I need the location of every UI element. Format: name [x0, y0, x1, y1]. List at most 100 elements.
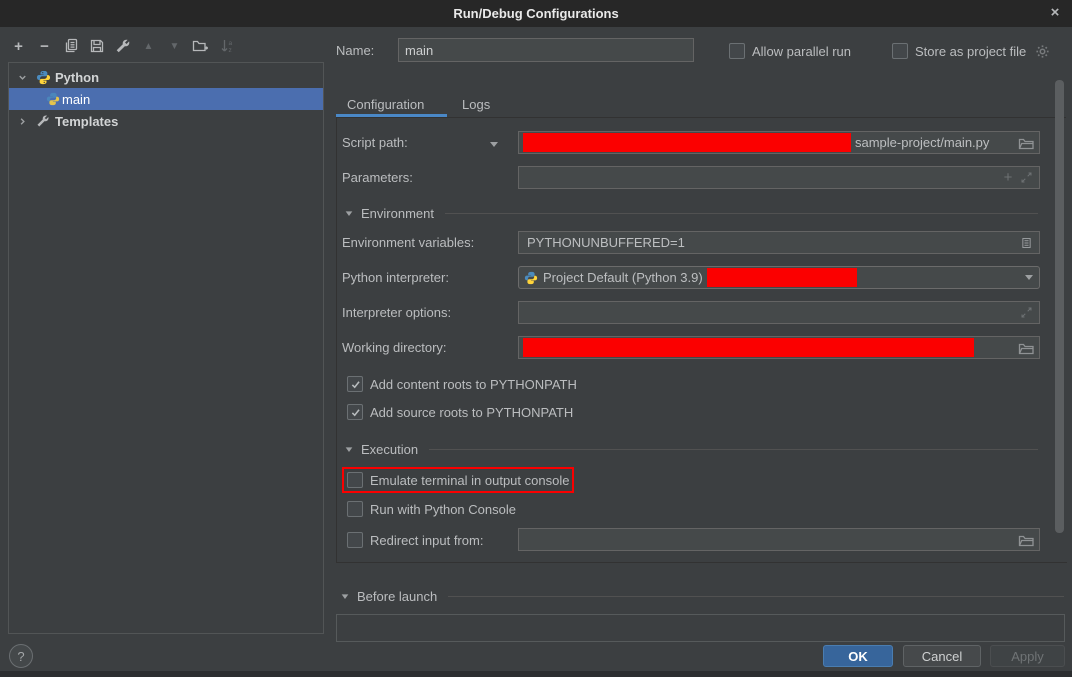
- dialog-titlebar: Run/Debug Configurations ×: [0, 0, 1072, 27]
- plus-icon: +: [14, 38, 23, 55]
- emulate-terminal-label: Emulate terminal in output console: [370, 473, 569, 488]
- environment-variables-field[interactable]: PYTHONUNBUFFERED=1: [518, 231, 1040, 254]
- vertical-scrollbar[interactable]: [1055, 80, 1064, 533]
- store-as-project-file-checkbox[interactable]: Store as project file: [892, 43, 1050, 59]
- section-divider: [445, 213, 1038, 214]
- chevron-down-icon[interactable]: [15, 70, 29, 84]
- redaction-block: [523, 133, 851, 152]
- checkbox-icon: [347, 472, 363, 488]
- section-divider: [448, 596, 1064, 597]
- tab-configuration[interactable]: Configuration: [347, 97, 424, 112]
- name-label: Name:: [336, 43, 374, 58]
- section-collapse-icon: [344, 209, 354, 218]
- python-icon: [45, 91, 61, 107]
- before-launch-section-header[interactable]: Before launch: [340, 589, 1064, 604]
- dialog-title: Run/Debug Configurations: [453, 6, 618, 21]
- script-path-label: Script path:: [342, 135, 408, 150]
- interpreter-options-field[interactable]: [518, 301, 1040, 324]
- save-icon: [89, 38, 105, 54]
- copy-configuration-button[interactable]: [62, 38, 79, 55]
- apply-button[interactable]: Apply: [990, 645, 1065, 667]
- python-interpreter-value: Project Default (Python 3.9): [539, 270, 703, 285]
- parameters-label: Parameters:: [342, 170, 413, 185]
- working-directory-field[interactable]: [518, 336, 1040, 359]
- redaction-block: [523, 338, 974, 357]
- add-source-roots-label: Add source roots to PYTHONPATH: [370, 405, 573, 420]
- allow-parallel-run-checkbox[interactable]: Allow parallel run: [729, 43, 851, 59]
- checkbox-icon: [347, 501, 363, 517]
- help-button[interactable]: ?: [9, 644, 33, 668]
- expand-field-icon[interactable]: [1017, 170, 1035, 186]
- script-path-value: sample-project/main.py: [851, 135, 989, 150]
- sort-configurations-button[interactable]: az: [218, 38, 235, 55]
- redirect-input-label: Redirect input from:: [370, 533, 483, 548]
- checkbox-checked-icon: [347, 376, 363, 392]
- script-path-field[interactable]: sample-project/main.py: [518, 131, 1040, 154]
- execution-section-label: Execution: [361, 442, 418, 457]
- save-configuration-button[interactable]: [88, 38, 105, 55]
- environment-variables-value: PYTHONUNBUFFERED=1: [523, 235, 685, 250]
- execution-section-header[interactable]: Execution: [344, 442, 1038, 457]
- ok-button[interactable]: OK: [823, 645, 893, 667]
- browse-folder-icon[interactable]: [1017, 135, 1035, 151]
- section-divider: [429, 449, 1038, 450]
- redirect-input-field[interactable]: [518, 528, 1040, 551]
- run-with-python-console-label: Run with Python Console: [370, 502, 516, 517]
- chevron-right-icon[interactable]: [15, 114, 29, 128]
- copy-icon: [63, 38, 79, 54]
- python-icon: [35, 69, 51, 85]
- edit-variables-list-icon[interactable]: [1017, 235, 1035, 251]
- configurations-tree: Python main Templates: [8, 62, 324, 634]
- checkbox-icon: [729, 43, 745, 59]
- dialog-bottom-edge: [0, 671, 1072, 677]
- python-interpreter-combobox[interactable]: Project Default (Python 3.9): [518, 266, 1040, 289]
- gear-icon[interactable]: [1035, 44, 1050, 59]
- add-configuration-button[interactable]: +: [10, 38, 27, 55]
- combobox-dropdown-icon[interactable]: [1023, 273, 1035, 282]
- move-up-button[interactable]: ▲: [140, 38, 157, 55]
- redirect-input-checkbox[interactable]: Redirect input from:: [347, 532, 483, 548]
- tab-logs[interactable]: Logs: [462, 97, 490, 112]
- section-collapse-icon: [344, 445, 354, 454]
- wrench-icon: [35, 113, 51, 129]
- new-folder-button[interactable]: [192, 38, 209, 55]
- wrench-icon: [115, 38, 131, 54]
- environment-section-header[interactable]: Environment: [344, 206, 1038, 221]
- move-down-button[interactable]: ▼: [166, 38, 183, 55]
- folder-plus-icon: [192, 38, 209, 54]
- tree-item-main[interactable]: main: [9, 88, 323, 110]
- checkbox-icon: [347, 532, 363, 548]
- minus-icon: −: [40, 38, 49, 55]
- script-path-dropdown-icon[interactable]: [488, 140, 500, 149]
- tree-item-python[interactable]: Python: [9, 66, 323, 88]
- add-source-roots-checkbox[interactable]: Add source roots to PYTHONPATH: [347, 404, 573, 420]
- add-content-roots-label: Add content roots to PYTHONPATH: [370, 377, 577, 392]
- tree-item-label: Python: [55, 70, 99, 85]
- down-arrow-icon: ▼: [170, 38, 180, 55]
- edit-templates-button[interactable]: [114, 38, 131, 55]
- tree-item-label: main: [62, 92, 90, 107]
- expand-field-icon[interactable]: [1017, 305, 1035, 321]
- parameters-field[interactable]: +: [518, 166, 1040, 189]
- allow-parallel-run-label: Allow parallel run: [752, 44, 851, 59]
- before-launch-section-label: Before launch: [357, 589, 437, 604]
- close-icon[interactable]: ×: [1046, 4, 1064, 22]
- browse-folder-icon[interactable]: [1017, 340, 1035, 356]
- remove-configuration-button[interactable]: −: [36, 38, 53, 55]
- add-content-roots-checkbox[interactable]: Add content roots to PYTHONPATH: [347, 376, 577, 392]
- emulate-terminal-checkbox[interactable]: Emulate terminal in output console: [347, 472, 569, 488]
- browse-folder-icon[interactable]: [1017, 532, 1035, 548]
- sort-alphabetically-icon: az: [219, 38, 235, 54]
- environment-section-label: Environment: [361, 206, 434, 221]
- working-directory-label: Working directory:: [342, 340, 447, 355]
- svg-text:z: z: [228, 47, 231, 54]
- name-input[interactable]: [398, 38, 694, 62]
- macro-plus-icon[interactable]: +: [999, 170, 1017, 186]
- cancel-button[interactable]: Cancel: [903, 645, 981, 667]
- tree-item-label: Templates: [55, 114, 118, 129]
- redaction-block: [707, 268, 857, 287]
- tree-item-templates[interactable]: Templates: [9, 110, 323, 132]
- run-with-python-console-checkbox[interactable]: Run with Python Console: [347, 501, 516, 517]
- before-launch-task-list[interactable]: [336, 614, 1065, 642]
- configurations-toolbar: + − ▲ ▼ az: [10, 35, 235, 57]
